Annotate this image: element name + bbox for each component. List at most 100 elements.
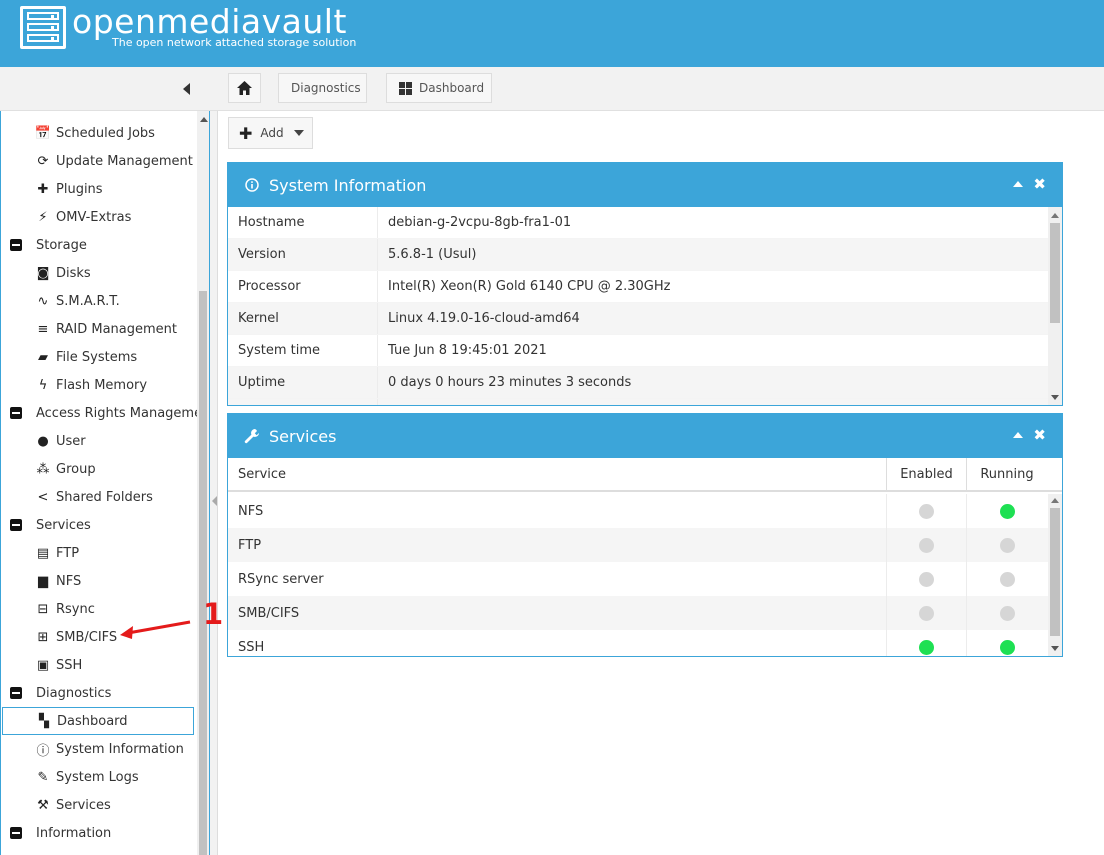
sidebar-item-label: S.M.A.R.T.	[56, 293, 120, 309]
column-header-enabled[interactable]: Enabled	[887, 458, 967, 490]
sidebar-item-label: System Logs	[56, 769, 139, 785]
chevron-down-icon	[293, 130, 304, 136]
sidebar-item-information[interactable]: Information	[1, 819, 111, 847]
breadcrumb-home[interactable]	[228, 73, 261, 103]
table-row[interactable]: NFS	[228, 494, 1048, 528]
table-row[interactable]: Uptime 0 days 0 hours 23 minutes 3 second…	[228, 367, 1048, 399]
breadcrumb-diagnostics[interactable]: Diagnostics	[278, 73, 367, 103]
panel-header: Services ✖	[228, 414, 1062, 458]
table-row[interactable]: SSH	[228, 630, 1048, 656]
sidebar-item-label: User	[56, 433, 86, 449]
sidebar-item-shared-folders[interactable]: < Shared Folders	[1, 483, 153, 511]
dashboard-icon	[399, 81, 412, 95]
sidebar-item-dashboard[interactable]: ▚ Dashboard	[2, 707, 194, 735]
calendar-clock-icon: 📅	[34, 125, 52, 141]
table-row[interactable]: Kernel Linux 4.19.0-16-cloud-amd64	[228, 303, 1048, 335]
sidebar-item-system-information[interactable]: ⓘ System Information	[1, 735, 183, 763]
table-row[interactable]: SMB/CIFS	[228, 596, 1048, 630]
sidebar-item-file-systems[interactable]: ▰ File Systems	[1, 343, 137, 371]
sidebar-item-services[interactable]: Services	[1, 511, 91, 539]
plus-icon: ✚	[239, 123, 253, 143]
collapse-group-icon[interactable]	[10, 239, 22, 251]
panel-title: Services	[269, 426, 337, 446]
collapse-group-icon[interactable]	[10, 827, 22, 839]
plug-icon: ⚡	[38, 209, 48, 225]
sidebar-item-group[interactable]: ⁂ Group	[1, 455, 96, 483]
sidebar-item-ftp[interactable]: ▤ FTP	[1, 539, 79, 567]
table-row[interactable]	[228, 399, 1048, 405]
enabled-on-indicator	[919, 639, 934, 655]
table-row[interactable]: Hostname debian-g-2vcpu-8gb-fra1-01	[228, 207, 1048, 239]
sidebar-scroll-up-icon[interactable]	[200, 117, 208, 122]
collapse-panel-icon[interactable]	[1013, 181, 1024, 187]
sidebar-item-label: Dashboard	[57, 713, 128, 729]
sidebar-item-disks[interactable]: ◙ Disks	[1, 259, 91, 287]
breadcrumb-bar: Diagnostics Dashboard	[0, 67, 1104, 111]
property-name: Version	[228, 239, 378, 270]
sidebar-item-flash-memory[interactable]: ϟ Flash Memory	[1, 371, 147, 399]
group-icon: ⁂	[36, 461, 50, 477]
scroll-down-icon[interactable]	[1051, 646, 1059, 651]
table-row[interactable]: Version 5.6.8-1 (Usul)	[228, 239, 1048, 271]
sidebar-item-diagnostics[interactable]: Diagnostics	[1, 679, 111, 707]
property-value: Intel(R) Xeon(R) Gold 6140 CPU @ 2.30GHz	[388, 279, 671, 294]
collapse-sidebar-icon[interactable]	[183, 83, 190, 95]
network-icon: ⊟	[37, 601, 49, 617]
sidebar-item-label: SSH	[56, 657, 83, 673]
sidebar-item-label: SMB/CIFS	[56, 629, 118, 645]
scroll-up-icon[interactable]	[1051, 498, 1059, 503]
sidebar-scrollbar-thumb[interactable]	[199, 291, 207, 855]
property-name: Kernel	[228, 303, 378, 334]
sidebar-item-scheduled-jobs[interactable]: 📅 Scheduled Jobs	[1, 119, 155, 147]
sidebar-item-raid-management[interactable]: ≡ RAID Management	[1, 315, 177, 343]
navigation-tree: Information ⚒ Services ✎ System Logs ⓘ System …	[0, 111, 210, 855]
collapse-group-icon[interactable]	[10, 687, 22, 699]
scroll-up-icon[interactable]	[1051, 213, 1059, 218]
sidebar-item-rsync[interactable]: ⊟ Rsync	[1, 595, 95, 623]
sidebar-item-ssh[interactable]: ▣ SSH	[1, 651, 82, 679]
sidebar-item-label: File Systems	[56, 349, 138, 365]
enabled-cell	[887, 528, 967, 562]
close-icon[interactable]: ✖	[1033, 428, 1046, 443]
sidebar-item-update-management[interactable]: ⟳ Update Management	[1, 147, 193, 175]
sidebar-item-smb-cifs[interactable]: ⊞ SMB/CIFS	[1, 623, 118, 651]
add-button[interactable]: ✚ Add	[228, 117, 313, 149]
collapse-panel-icon[interactable]	[1013, 432, 1024, 438]
column-header-running[interactable]: Running	[967, 458, 1047, 490]
running-cell	[967, 630, 1047, 656]
sidebar-item-user[interactable]: ● User	[1, 427, 86, 455]
services-grid: NFS FTP RSync server SMB/CIFS SSH	[228, 494, 1048, 656]
scroll-down-icon[interactable]	[1051, 395, 1059, 400]
collapse-group-icon[interactable]	[10, 519, 22, 531]
table-row[interactable]: FTP	[228, 528, 1048, 562]
collapse-group-icon[interactable]	[10, 407, 22, 419]
property-value: Linux 4.19.0-16-cloud-amd64	[388, 311, 580, 326]
services-scrollbar-thumb[interactable]	[1050, 508, 1060, 636]
sidebar-item-omv-extras[interactable]: ⚡ OMV-Extras	[1, 203, 131, 231]
table-row[interactable]: System time Tue Jun 8 19:45:01 2021	[228, 335, 1048, 367]
table-row[interactable]: RSync server	[228, 562, 1048, 596]
sidebar-item-storage[interactable]: Storage	[1, 231, 87, 259]
table-row[interactable]: Processor Intel(R) Xeon(R) Gold 6140 CPU …	[228, 271, 1048, 303]
system-info-scrollbar-thumb[interactable]	[1050, 223, 1060, 323]
sidebar-splitter[interactable]	[210, 111, 218, 855]
column-header-service[interactable]: Service	[228, 458, 887, 490]
sidebar-item-services[interactable]: ⚒ Services	[1, 791, 111, 819]
sidebar-item-s-m-a-r-t[interactable]: ∿ S.M.A.R.T.	[1, 287, 120, 315]
flash-icon: ϟ	[38, 377, 48, 393]
running-on-indicator	[999, 503, 1015, 519]
sidebar-item-label: FTP	[56, 545, 80, 561]
wrench-icon	[244, 428, 260, 444]
database-icon: ≡	[37, 321, 49, 337]
sidebar-item-plugins[interactable]: ✚ Plugins	[1, 175, 103, 203]
breadcrumb-dashboard[interactable]: Dashboard	[386, 73, 492, 103]
running-cell	[967, 494, 1047, 528]
sidebar-item-system-logs[interactable]: ✎ System Logs	[1, 763, 139, 791]
property-name: Uptime	[228, 367, 378, 398]
sidebar-item-access-rights-management[interactable]: Access Rights Management	[1, 399, 209, 427]
sidebar-item-label: Information	[36, 825, 112, 841]
sidebar-item-nfs[interactable]: ▆ NFS	[1, 567, 81, 595]
service-name: NFS	[228, 494, 887, 528]
close-icon[interactable]: ✖	[1033, 177, 1046, 192]
sidebar-item-label: Services	[56, 797, 111, 813]
